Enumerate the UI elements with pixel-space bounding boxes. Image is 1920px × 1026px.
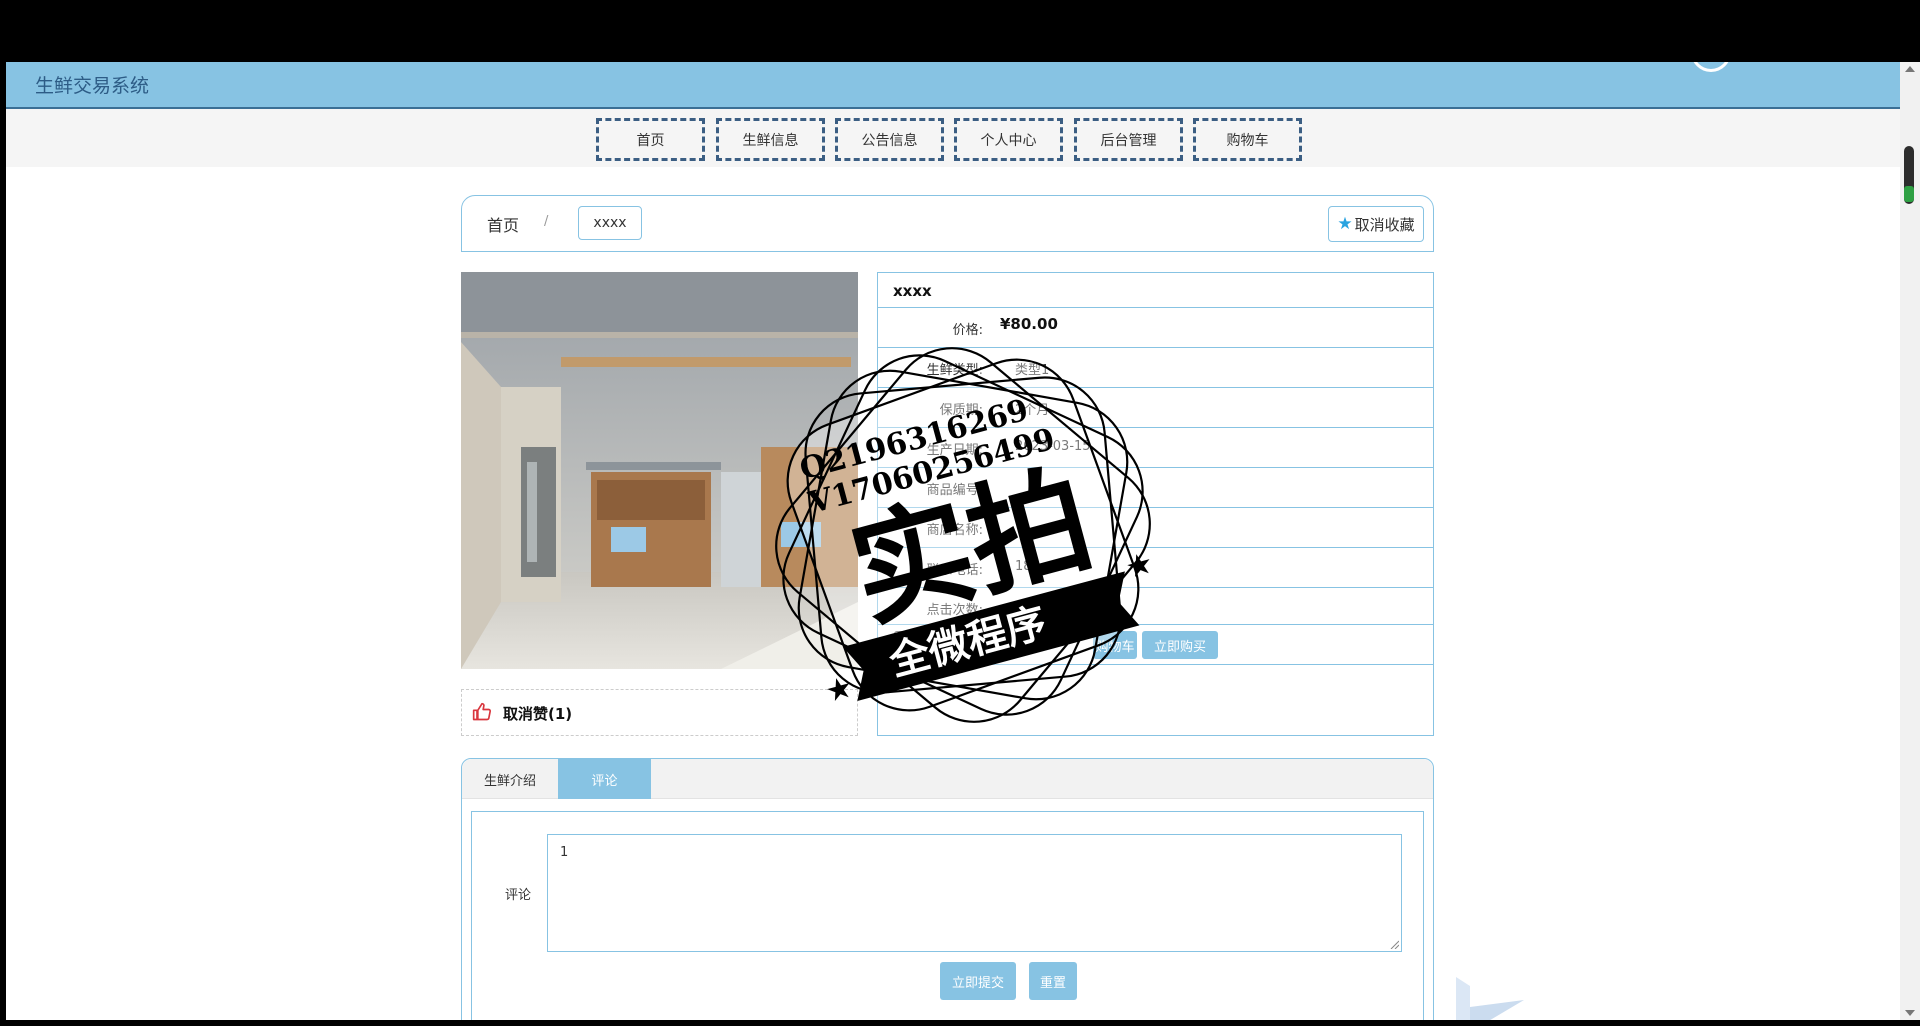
detail-row-product-id: 商品编号:: [878, 468, 1433, 508]
detail-value: 181: [1015, 559, 1040, 574]
nav-item-admin[interactable]: 后台管理: [1074, 118, 1183, 161]
detail-label: 商店名称:: [926, 523, 983, 538]
breadcrumb-home[interactable]: 首页: [487, 212, 519, 236]
comment-label: 评论: [505, 888, 532, 903]
scrollbar-marker: [1904, 186, 1914, 202]
breadcrumb-separator: /: [544, 214, 549, 229]
main-nav: 首页 生鲜信息 公告信息 个人中心 后台管理 购物车: [6, 109, 1900, 167]
tab-section: 生鲜介绍 评论 评论 1 立即提交 重置: [461, 758, 1434, 1020]
unfavorite-label: 取消收藏: [1354, 215, 1415, 234]
detail-label: 商品编号:: [926, 483, 983, 498]
nav-item-announcements[interactable]: 公告信息: [835, 118, 944, 161]
quantity-input[interactable]: [894, 631, 954, 659]
detail-value: 类型1: [1015, 363, 1050, 378]
detail-label: 保质期:: [939, 403, 983, 418]
submit-comment-button[interactable]: 立即提交: [940, 962, 1016, 1000]
nav-item-personal-center[interactable]: 个人中心: [954, 118, 1063, 161]
detail-row-shop-name: 商店名称:: [878, 508, 1433, 548]
breadcrumb-current: xxxx: [578, 206, 642, 240]
detail-label: 联系电话:: [926, 563, 983, 578]
scroll-up-icon[interactable]: [1905, 66, 1915, 72]
tab-introduction[interactable]: 生鲜介绍: [462, 759, 558, 799]
breadcrumb: 首页 / xxxx ★ 取消收藏: [461, 195, 1434, 252]
detail-value: 2个月: [1015, 403, 1050, 418]
like-row[interactable]: 取消赞(1): [461, 689, 858, 736]
detail-label: 点击次数:: [926, 603, 983, 618]
add-to-cart-button[interactable]: 购物车: [1093, 631, 1137, 659]
detail-label: 价格:: [952, 323, 983, 338]
detail-value: 2023-03-15: [1015, 439, 1091, 454]
logo-watermark-icon: [1456, 977, 1524, 1020]
detail-row-price: 价格: ¥80.00: [878, 308, 1433, 348]
nav-item-fresh-info[interactable]: 生鲜信息: [716, 118, 825, 161]
site-header: 生鲜交易系统: [6, 62, 1900, 109]
detail-row-production-date: 生产日期: 2023-03-15: [878, 428, 1433, 468]
tab-comments[interactable]: 评论: [558, 759, 651, 799]
nav-item-home[interactable]: 首页: [596, 118, 705, 161]
product-image: [461, 272, 858, 669]
site-title: 生鲜交易系统: [35, 75, 150, 97]
vertical-scrollbar[interactable]: [1900, 62, 1920, 1020]
comment-form: 评论 1 立即提交 重置: [471, 811, 1424, 1020]
detail-row-type: 生鲜类型: 类型1: [878, 348, 1433, 388]
detail-value: 4: [1015, 599, 1024, 614]
product-title: xxxx: [878, 273, 1433, 308]
app-window: 生鲜交易系统 首页 生鲜信息 公告信息 个人中心 后台管理 购物车 首页 / x…: [6, 62, 1900, 1020]
buy-now-button[interactable]: 立即购买: [1142, 631, 1218, 659]
unlike-label: 取消赞(1): [503, 705, 573, 723]
detail-value-price: ¥80.00: [1000, 315, 1058, 333]
star-icon: ★: [1337, 214, 1353, 234]
scroll-down-icon[interactable]: [1905, 1010, 1915, 1016]
reset-button[interactable]: 重置: [1029, 962, 1077, 1000]
comment-input[interactable]: 1: [547, 834, 1402, 952]
thumbs-up-icon: [472, 702, 492, 726]
nav-item-cart[interactable]: 购物车: [1193, 118, 1302, 161]
tab-bar: 生鲜介绍 评论: [462, 759, 1433, 799]
product-detail-panel: xxxx 价格: ¥80.00 生鲜类型: 类型1 保质期: 2个月 生产日期:…: [877, 272, 1434, 736]
detail-label: 生鲜类型:: [926, 363, 983, 378]
resize-grip-icon[interactable]: [1389, 939, 1399, 949]
user-avatar[interactable]: [1691, 62, 1731, 72]
unfavorite-button[interactable]: ★ 取消收藏: [1328, 206, 1424, 242]
detail-row-clicks: 点击次数: 4: [878, 588, 1433, 625]
detail-row-phone: 联系电话: 181: [878, 548, 1433, 588]
detail-label: 生产日期:: [926, 443, 983, 458]
detail-row-shelf-life: 保质期: 2个月: [878, 388, 1433, 428]
purchase-actions: 购物车 立即购买: [878, 625, 1433, 665]
